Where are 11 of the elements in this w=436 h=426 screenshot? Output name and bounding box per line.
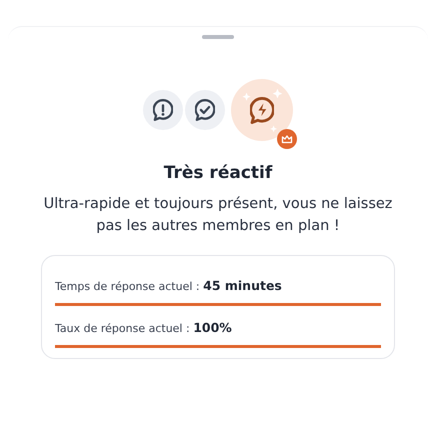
alert-bubble-icon — [153, 99, 173, 121]
stat-text: Taux de réponse actuel : 100% — [55, 320, 233, 335]
badge-circle[interactable] — [143, 90, 183, 130]
stat-text: Temps de réponse actuel : 45 minutes — [55, 278, 283, 293]
check-bubble-icon — [195, 99, 215, 121]
crown-icon — [277, 129, 297, 149]
drag-handle[interactable] — [202, 35, 234, 39]
badge-title: Très réactif — [164, 163, 272, 183]
bolt-bubble-icon — [250, 96, 274, 124]
badge-circle[interactable] — [185, 90, 225, 130]
badge-description: Ultra-rapide et toujours présent, vous ne laissez pas les autres membres en plan ! — [42, 195, 394, 236]
